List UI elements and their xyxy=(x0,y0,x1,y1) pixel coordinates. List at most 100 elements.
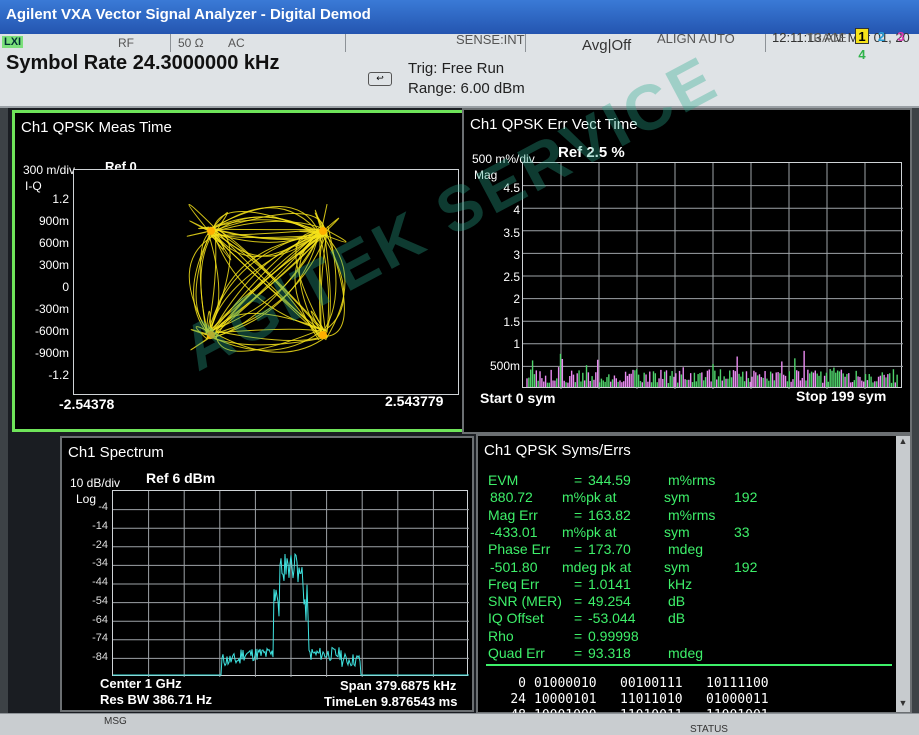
syms-errs-unit: mdeg xyxy=(668,541,704,558)
y-tick-label: -64 xyxy=(92,613,108,626)
err-vect-plot[interactable] xyxy=(522,162,903,389)
meas-time-window[interactable]: Ch1 QPSK Meas Time 300 m/div Ref 0 I-Q -… xyxy=(12,110,468,432)
syms-errs-at: sym xyxy=(664,489,690,506)
spectrum-window[interactable]: Ch1 Spectrum 10 dB/div Ref 6 dBm Log Cen… xyxy=(60,436,474,712)
meas-time-format: I-Q xyxy=(25,179,42,193)
err-vect-x-stop: Stop 199 sym xyxy=(796,388,887,404)
syms-errs-unit: mdeg pk at xyxy=(562,558,632,575)
trigger-readout: Trig: Free Run xyxy=(408,60,505,77)
spectrum-title: Ch1 Spectrum xyxy=(68,444,164,461)
spectrum-plot[interactable] xyxy=(112,490,469,677)
syms-errs-at: sym xyxy=(664,523,690,540)
meas-time-title: Ch1 QPSK Meas Time xyxy=(21,119,172,136)
y-tick-label: 4 xyxy=(513,203,520,218)
syms-errs-window[interactable]: Ch1 QPSK Syms/Errs ▲ ▼ EVM = 344.59 m%rms 88… xyxy=(476,434,912,723)
spectrum-ref: Ref 6 dBm xyxy=(146,470,216,486)
err-vect-window[interactable]: Ch1 QPSK Err Vect Time 500 m%/div Ref 2.… xyxy=(462,108,912,434)
y-tick-label: 3 xyxy=(513,247,520,262)
err-vect-format: Mag xyxy=(474,168,498,182)
constellation-plot[interactable] xyxy=(73,169,459,395)
y-tick-label: -74 xyxy=(92,632,108,645)
bits-b2: 00100111 xyxy=(620,676,683,691)
syms-errs-label: Rho xyxy=(488,627,514,644)
spectrum-span: Span 379.6875 kHz xyxy=(340,678,457,693)
syms-errs-value: 880.72 xyxy=(490,489,533,506)
constellation-trajectories xyxy=(186,204,347,353)
syms-errs-eq: = xyxy=(574,627,583,644)
syms-errs-unit: dB xyxy=(668,593,686,610)
y-tick-label: -14 xyxy=(92,519,108,532)
trace-3-button[interactable]: 3 xyxy=(894,29,908,45)
syms-errs-sym: 33 xyxy=(734,523,750,540)
y-tick-label: 500m xyxy=(489,359,520,373)
syms-errs-value: 344.59 xyxy=(588,472,631,488)
syms-errs-eq: = xyxy=(574,610,583,627)
syms-errs-sym: 192 xyxy=(734,489,758,506)
header-panel: LXI RF 50 Ω AC SENSE:INT ALIGN AUTO 12:1… xyxy=(0,28,919,108)
err-vect-title: Ch1 QPSK Err Vect Time xyxy=(470,116,638,133)
trace-2-button[interactable]: 2 xyxy=(874,29,888,45)
window-title: Agilent VXA Vector Signal Analyzer - Dig… xyxy=(6,6,371,23)
bits-b1: 10000101 xyxy=(534,692,597,707)
constellation-point xyxy=(319,331,327,339)
spectrum-svg xyxy=(112,491,469,677)
symbol-rate-readout[interactable]: Symbol Rate 24.3000000 kHz xyxy=(6,52,280,75)
coupling-label: AC xyxy=(228,36,245,50)
bits-b2: 11011010 xyxy=(620,692,683,707)
syms-errs-at: sym xyxy=(664,558,690,575)
syms-errs-label: Mag Err xyxy=(488,506,538,523)
syms-errs-unit: kHz xyxy=(668,575,693,592)
y-tick-label: 3.5 xyxy=(503,225,520,240)
return-arrow-icon[interactable]: ↩ xyxy=(368,72,392,86)
syms-errs-eq: = xyxy=(574,472,583,488)
y-tick-label: -900m xyxy=(34,346,69,360)
syms-errs-value: 49.254 xyxy=(588,593,631,610)
iq-trajectory xyxy=(200,233,214,335)
meas-time-x-stop: 2.543779 xyxy=(385,393,444,409)
syms-errs-eq: = xyxy=(574,645,583,661)
y-tick-label: -600m xyxy=(34,324,69,338)
y-tick-label: -54 xyxy=(92,594,108,607)
avg-readout: Avg|Off xyxy=(582,37,632,54)
y-tick-label: -300m xyxy=(34,302,69,316)
syms-errs-divider xyxy=(486,664,892,666)
y-tick-label: 4.5 xyxy=(503,181,520,195)
iq-trajectory xyxy=(208,228,231,333)
syms-errs-unit: m%pk at xyxy=(562,523,617,540)
trace-1-button[interactable]: 1 xyxy=(855,28,869,44)
y-tick-label: 900m xyxy=(38,214,69,228)
scroll-up-icon[interactable]: ▲ xyxy=(896,436,910,450)
lxi-badge: LXI xyxy=(2,36,24,48)
range-readout: Range: 6.00 dBm xyxy=(408,80,525,97)
status-bar: MSG STATUS xyxy=(0,713,919,735)
syms-errs-label: EVM xyxy=(488,472,519,488)
syms-errs-value: 173.70 xyxy=(588,541,631,558)
trace-selector[interactable]: 1 2 3 4 xyxy=(854,28,919,64)
y-tick-label: 1.2 xyxy=(52,192,69,206)
trace-4-button[interactable]: 4 xyxy=(855,47,869,63)
syms-errs-label: Freq Err xyxy=(488,575,540,592)
syms-errs-eq: = xyxy=(574,593,583,610)
syms-errs-unit: mdeg xyxy=(668,645,704,661)
align-label: ALIGN AUTO xyxy=(657,31,735,46)
y-tick-label: -4 xyxy=(98,501,108,513)
err-vect-svg xyxy=(523,163,903,389)
y-tick-label: 2 xyxy=(513,292,520,307)
syms-errs-unit: m%rms xyxy=(668,506,716,523)
syms-errs-label: Phase Err xyxy=(488,541,551,558)
y-tick-label: 0 xyxy=(62,280,69,294)
bits-b1: 01000010 xyxy=(534,676,597,691)
constellation-point xyxy=(319,227,327,235)
scroll-down-icon[interactable]: ▼ xyxy=(896,698,910,712)
err-vect-ref: Ref 2.5 % xyxy=(558,144,625,161)
syms-errs-label: SNR (MER) xyxy=(488,593,562,610)
syms-errs-value: -433.01 xyxy=(490,523,538,540)
iq-trajectory xyxy=(186,230,210,237)
syms-errs-scrollbar[interactable]: ▲ ▼ xyxy=(896,436,910,712)
meas-time-x-start: -2.54378 xyxy=(59,396,115,412)
syms-errs-unit: m%pk at xyxy=(562,489,617,506)
bits-b3: 01000011 xyxy=(706,692,769,707)
impedance-label: 50 Ω xyxy=(178,36,204,50)
syms-errs-eq: = xyxy=(574,506,583,523)
spectrum-res-bw: Res BW 386.71 Hz xyxy=(100,692,212,707)
